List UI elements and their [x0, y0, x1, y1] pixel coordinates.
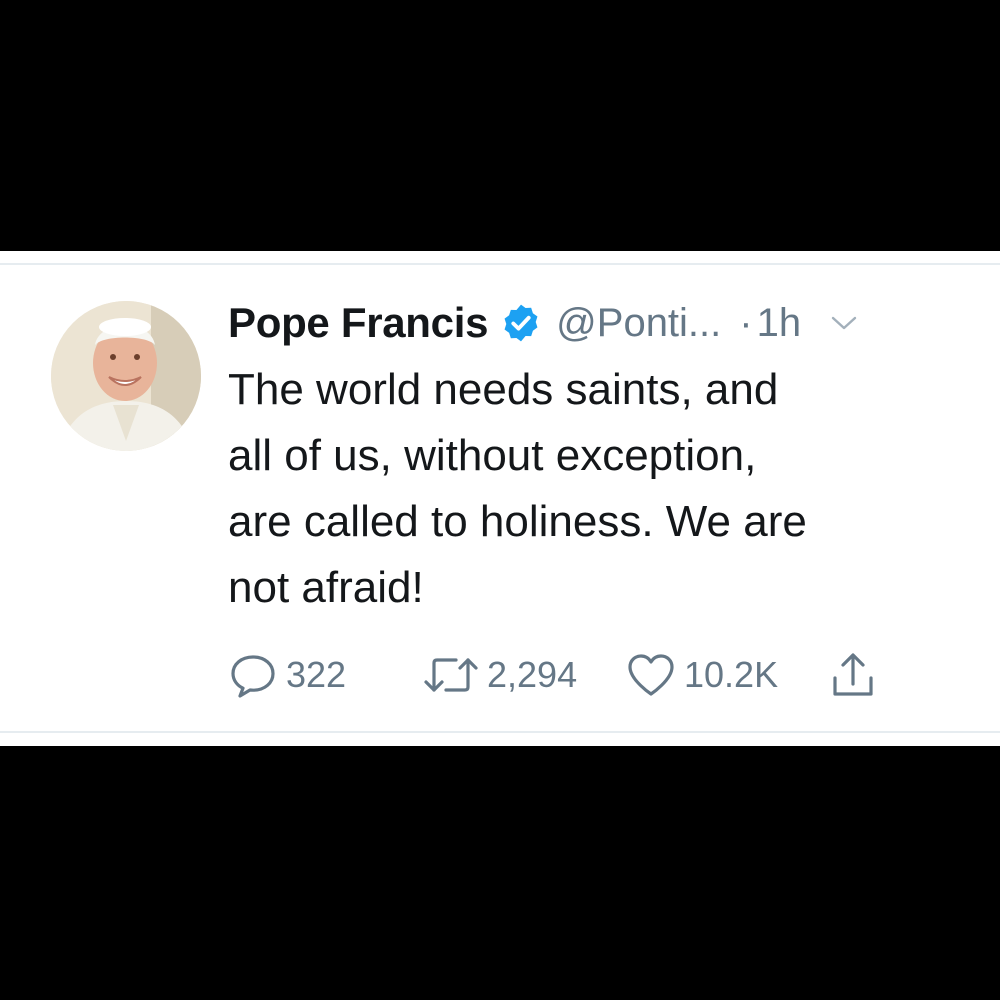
heart-icon: [626, 650, 676, 700]
like-button[interactable]: 10.2K: [626, 647, 778, 703]
tweet-text-line: all of us, without exception,: [228, 431, 757, 480]
reply-button[interactable]: 322: [228, 647, 346, 703]
reply-bubble-icon: [228, 650, 278, 700]
share-icon: [828, 650, 878, 700]
divider: [0, 263, 1000, 265]
retweet-icon: [423, 650, 479, 700]
divider: [0, 731, 1000, 733]
chevron-down-icon[interactable]: [831, 313, 857, 333]
retweet-button[interactable]: 2,294: [423, 647, 577, 703]
verified-badge-icon: [500, 302, 542, 344]
author-handle[interactable]: @Ponti...: [556, 301, 721, 346]
tweet-text-line: are called to holiness. We are: [228, 497, 807, 546]
tweet-text-line: not afraid!: [228, 563, 424, 612]
tweet-header: Pope Francis @Ponti... · 1h: [228, 295, 857, 351]
time-separator: ·: [739, 300, 753, 345]
tweet-actions: 322 2,294 10.2K: [228, 647, 888, 703]
avatar[interactable]: [51, 301, 201, 451]
retweet-count: 2,294: [487, 654, 578, 695]
tweet-card[interactable]: Pope Francis @Ponti... · 1h The world ne…: [0, 251, 1000, 746]
reply-count: 322: [286, 654, 347, 695]
like-count: 10.2K: [684, 654, 779, 695]
timestamp[interactable]: 1h: [757, 301, 802, 346]
tweet-text-line: The world needs saints, and: [228, 365, 779, 414]
author-name[interactable]: Pope Francis: [228, 299, 488, 347]
tweet-text: The world needs saints, and all of us, w…: [228, 357, 948, 621]
share-button[interactable]: [828, 647, 878, 703]
